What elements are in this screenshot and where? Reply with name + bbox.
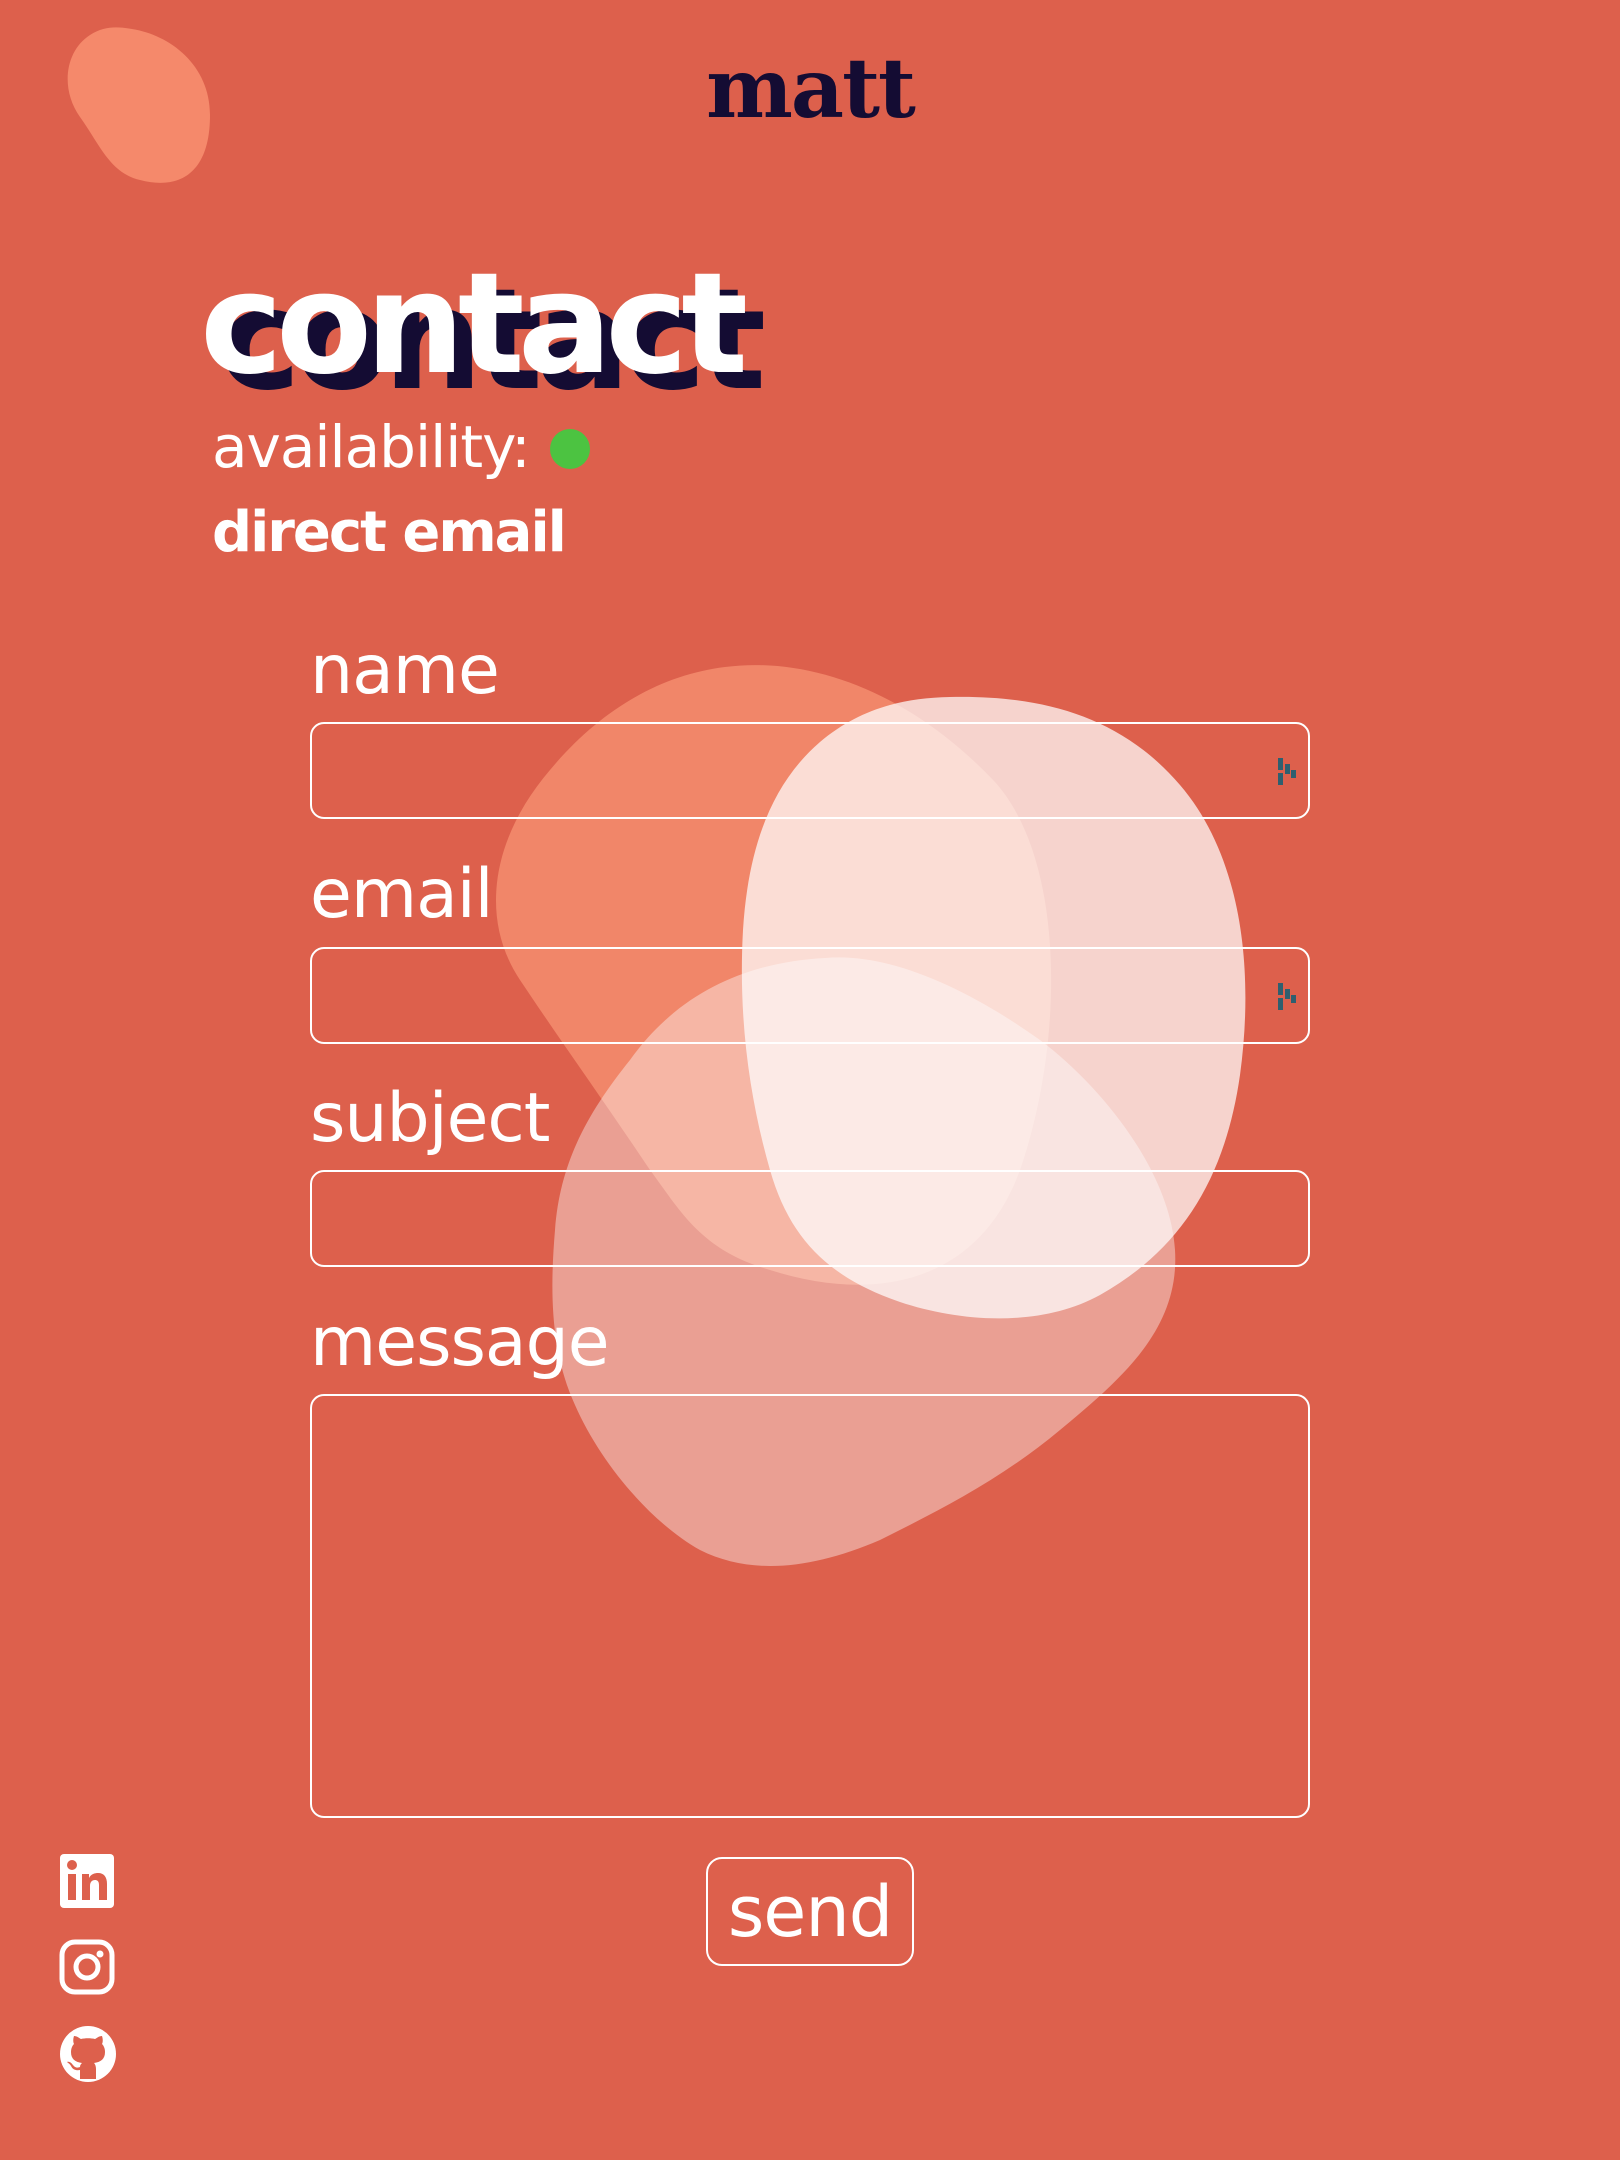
name-label: name (310, 631, 500, 710)
password-manager-icon[interactable] (1276, 981, 1298, 1013)
status-indicator-dot (549, 429, 590, 469)
name-field[interactable] (310, 722, 1310, 819)
instagram-icon[interactable] (58, 1938, 118, 1998)
message-label: message (310, 1303, 610, 1382)
subject-label: subject (310, 1079, 550, 1158)
subject-field[interactable] (310, 1170, 1310, 1267)
linkedin-icon[interactable] (58, 1852, 118, 1912)
page-title-text: contact (200, 243, 748, 406)
send-button[interactable]: send (706, 1857, 914, 1966)
email-label: email (310, 855, 494, 934)
availability-label: availability: (212, 413, 531, 481)
email-field[interactable] (310, 947, 1310, 1044)
message-textarea[interactable] (310, 1394, 1310, 1818)
direct-email-link[interactable]: direct email (212, 505, 567, 561)
github-icon[interactable] (58, 2024, 118, 2084)
password-manager-icon[interactable] (1276, 756, 1298, 788)
site-logo[interactable]: matt (0, 48, 1620, 130)
availability-status: availability: (212, 418, 590, 476)
